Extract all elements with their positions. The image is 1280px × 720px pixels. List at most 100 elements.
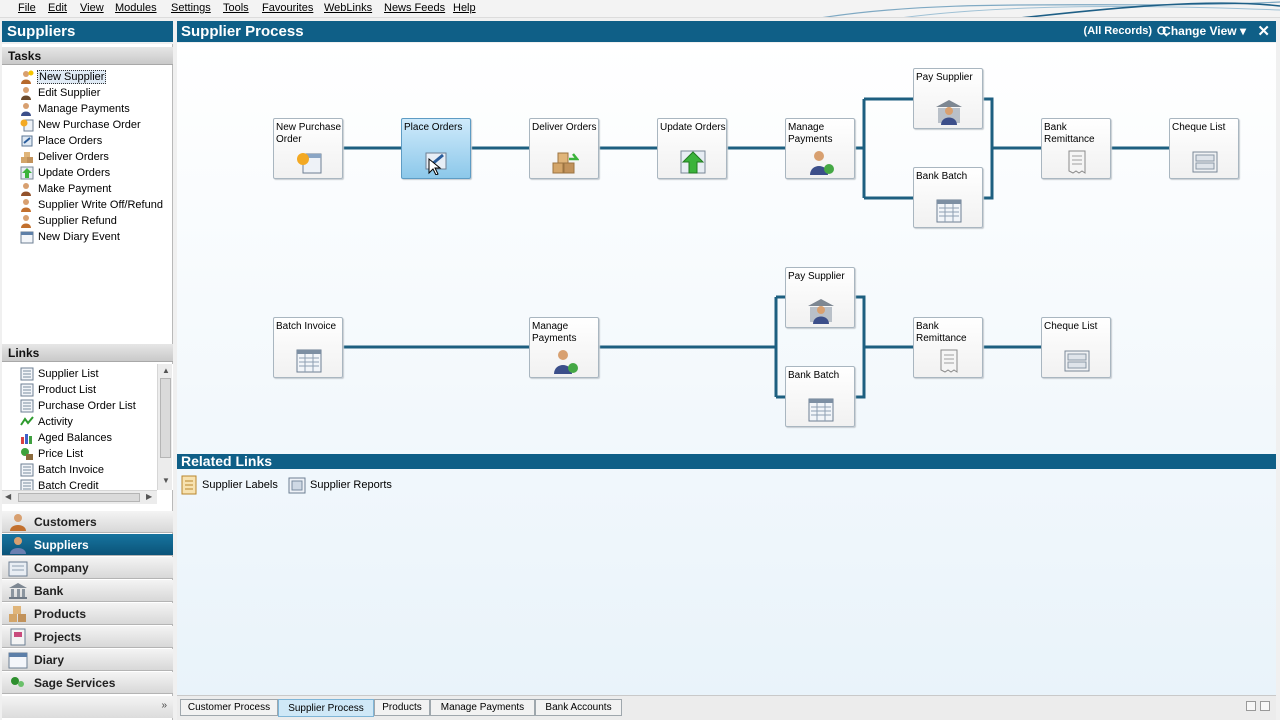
link-purchase-order-list[interactable]: Purchase Order List (20, 398, 137, 414)
sage-services-icon (11, 676, 24, 687)
manage-payments-icon (554, 350, 578, 374)
batch-invoice-icon (296, 349, 322, 373)
menu-news-feeds[interactable]: News Feeds (384, 2, 445, 14)
task-update-orders[interactable]: Update Orders (20, 165, 170, 181)
node-label: Bank Remittance (1044, 122, 1095, 145)
related-link-supplier-labels[interactable]: Supplier Labels (180, 475, 278, 495)
menu-edit[interactable]: Edit (48, 2, 67, 14)
nav-projects[interactable]: Projects (2, 626, 173, 648)
close-icon[interactable]: ✕ (1257, 22, 1270, 40)
node-batch-invoice[interactable]: Batch Invoice (273, 317, 343, 378)
node-bank-batch[interactable]: Bank Batch (913, 167, 983, 228)
change-view-button[interactable]: Change View ▾ (1162, 24, 1246, 38)
records-filter[interactable]: (All Records) (1084, 25, 1152, 37)
node-cheque-list-2[interactable]: Cheque List (1041, 317, 1111, 378)
node-bank-remittance-2[interactable]: Bank Remittance (913, 317, 983, 378)
scroll-down-icon[interactable]: ▼ (162, 476, 170, 485)
nav-label: Products (34, 606, 87, 621)
task-place-orders[interactable]: Place Orders (20, 133, 170, 149)
tab-manage-payments[interactable]: Manage Payments (430, 699, 535, 716)
tab-products[interactable]: Products (374, 699, 430, 716)
nav-company[interactable]: Company (2, 557, 173, 579)
related-link-supplier-reports[interactable]: Supplier Reports (288, 475, 392, 495)
task-label: Supplier Refund (38, 215, 117, 227)
task-manage-payments[interactable]: Manage Payments (20, 101, 170, 117)
nav-customers[interactable]: Customers (2, 511, 173, 533)
layout-view-icon[interactable] (1246, 701, 1256, 711)
task-supplier-refund[interactable]: Supplier Refund (20, 213, 170, 229)
link-activity[interactable]: Activity (20, 414, 137, 430)
node-pay-supplier[interactable]: Pay Supplier (913, 68, 983, 129)
link-batch-credit[interactable]: Batch Credit (20, 478, 137, 490)
configure-buttons-icon[interactable]: » (161, 700, 167, 711)
menu-weblinks[interactable]: WebLinks (324, 2, 372, 14)
tab-customer-process[interactable]: Customer Process (180, 699, 278, 716)
related-link-label: Supplier Reports (310, 479, 392, 491)
links-horizontal-scrollbar[interactable]: ◀ ▶ (2, 490, 157, 504)
node-deliver-orders[interactable]: Deliver Orders (529, 118, 599, 179)
nav-suppliers[interactable]: Suppliers (2, 534, 173, 556)
menu-view[interactable]: View (80, 2, 104, 14)
node-label: Batch Invoice (276, 321, 337, 332)
nav-bank[interactable]: Bank (2, 580, 173, 602)
tab-bank-accounts[interactable]: Bank Accounts (535, 699, 622, 716)
link-price-list[interactable]: Price List (20, 446, 137, 462)
links-vertical-scrollbar[interactable]: ▲ ▼ (157, 364, 172, 490)
decorative-swirl-graphic (822, 1, 1280, 17)
task-new-purchase-order[interactable]: New Purchase Order (20, 117, 170, 133)
menu-settings[interactable]: Settings (171, 2, 211, 14)
menu-favourites[interactable]: Favourites (262, 2, 313, 14)
node-label: New Purchase Order (276, 122, 342, 145)
node-manage-payments[interactable]: Manage Payments (785, 118, 855, 179)
task-make-payment[interactable]: Make Payment (20, 181, 170, 197)
tab-supplier-process[interactable]: Supplier Process (278, 699, 374, 717)
node-new-purchase-order[interactable]: New Purchase Order (273, 118, 343, 179)
nav-label: Diary (34, 652, 65, 667)
related-links-header: Related Links (177, 454, 1276, 469)
purchase-order-icon (297, 153, 322, 174)
scroll-thumb[interactable] (18, 493, 140, 502)
node-label: Cheque List (1172, 122, 1226, 133)
reports-icon (288, 477, 306, 494)
menu-modules[interactable]: Modules (115, 2, 157, 14)
task-deliver-orders[interactable]: Deliver Orders (20, 149, 170, 165)
link-product-list[interactable]: Product List (20, 382, 137, 398)
link-supplier-list[interactable]: Supplier List (20, 366, 137, 382)
links-header[interactable]: Links (2, 344, 173, 362)
pay-supplier-icon (808, 299, 834, 324)
node-pay-supplier-2[interactable]: Pay Supplier (785, 267, 855, 328)
link-batch-invoice[interactable]: Batch Invoice (20, 462, 137, 478)
write-off-icon (21, 199, 31, 212)
node-place-orders[interactable]: Place Orders (401, 118, 471, 179)
nav-products[interactable]: Products (2, 603, 173, 625)
scroll-up-icon[interactable]: ▲ (162, 366, 170, 375)
scroll-right-icon[interactable]: ▶ (146, 492, 152, 501)
node-bank-remittance[interactable]: Bank Remittance (1041, 118, 1111, 179)
scroll-left-icon[interactable]: ◀ (5, 492, 11, 501)
node-bank-batch-2[interactable]: Bank Batch (785, 366, 855, 427)
task-new-diary-event[interactable]: New Diary Event (20, 229, 170, 245)
node-manage-payments-2[interactable]: Manage Payments (529, 317, 599, 378)
task-supplier-write-off-refund[interactable]: Supplier Write Off/Refund (20, 197, 170, 213)
menu-file[interactable]: File (18, 2, 36, 14)
link-aged-balances[interactable]: Aged Balances (20, 430, 137, 446)
scroll-thumb[interactable] (160, 378, 171, 458)
link-label: Batch Credit (38, 480, 99, 490)
bank-icon (9, 582, 27, 599)
deliver-orders-icon (552, 152, 579, 174)
bar-chart-icon (21, 434, 32, 444)
nav-sage-services[interactable]: Sage Services (2, 672, 173, 694)
task-edit-supplier[interactable]: Edit Supplier (20, 85, 170, 101)
task-label: Place Orders (38, 135, 103, 147)
menu-help[interactable]: Help (453, 2, 476, 14)
task-label: Update Orders (38, 167, 111, 179)
tasks-header[interactable]: Tasks (2, 47, 173, 65)
update-orders-icon (20, 166, 34, 180)
restore-view-icon[interactable] (1260, 701, 1270, 711)
task-new-supplier[interactable]: New Supplier (20, 69, 170, 85)
nav-diary[interactable]: Diary (2, 649, 173, 671)
node-update-orders[interactable]: Update Orders (657, 118, 727, 179)
menu-tools[interactable]: Tools (223, 2, 249, 14)
node-cheque-list[interactable]: Cheque List (1169, 118, 1239, 179)
node-label: Update Orders (660, 122, 726, 133)
